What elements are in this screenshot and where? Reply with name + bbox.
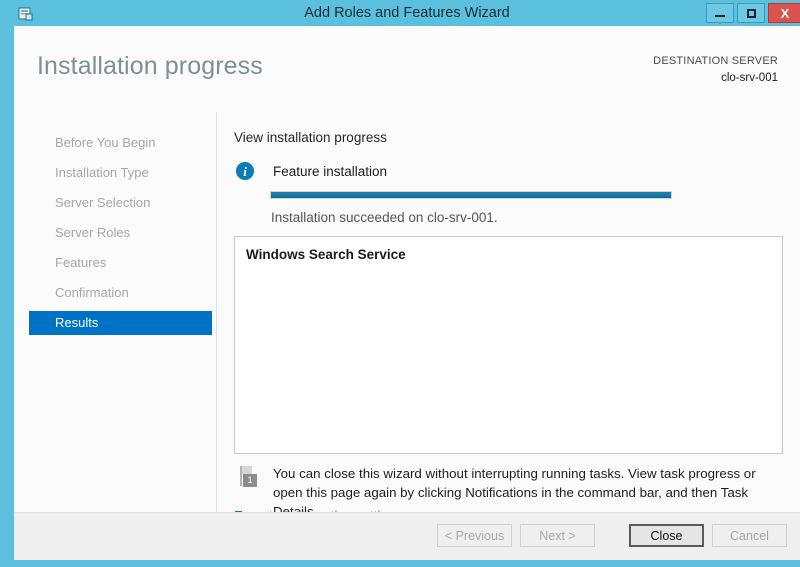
window-title: Add Roles and Features Wizard <box>304 5 510 21</box>
previous-button[interactable]: < Previous <box>437 524 512 547</box>
close-window-button[interactable]: X <box>768 3 800 23</box>
main-content: View installation progress i Feature ins… <box>225 108 800 528</box>
progress-bar-fill <box>271 192 671 198</box>
installation-progress-bar <box>270 191 672 199</box>
wizard-footer: < Previous Next > Close Cancel <box>14 512 800 560</box>
maximize-icon <box>746 8 756 18</box>
status-title: Feature installation <box>273 163 388 179</box>
sidebar-item-features[interactable]: Features <box>29 251 212 275</box>
list-item: Windows Search Service <box>246 247 406 262</box>
sidebar-item-confirmation[interactable]: Confirmation <box>29 281 212 305</box>
content-heading: View installation progress <box>234 130 387 145</box>
sidebar-item-results[interactable]: Results <box>29 311 212 335</box>
minimize-button[interactable] <box>706 3 734 23</box>
info-icon: i <box>236 162 254 180</box>
results-list[interactable]: Windows Search Service <box>234 236 783 454</box>
minimize-icon <box>715 15 725 17</box>
destination-server-name: clo-srv-001 <box>721 72 778 84</box>
sidebar-item-installation-type[interactable]: Installation Type <box>29 161 212 185</box>
wizard-window: Add Roles and Features Wizard X Installa… <box>0 0 800 567</box>
notification-flag-icon: 1 <box>238 464 260 488</box>
close-button[interactable]: Close <box>629 524 704 547</box>
sidebar-item-before-you-begin[interactable]: Before You Begin <box>29 131 212 155</box>
window-controls: X <box>703 3 800 23</box>
destination-server-label: DESTINATION SERVER <box>653 55 778 67</box>
maximize-button[interactable] <box>737 3 765 23</box>
status-row: i Feature installation <box>236 162 387 180</box>
progress-message: Installation succeeded on clo-srv-001. <box>271 210 498 225</box>
title-bar: Add Roles and Features Wizard X <box>7 0 800 26</box>
page-title: Installation progress <box>37 52 263 80</box>
wizard-nav-sidebar: Before You Begin Installation Type Serve… <box>14 108 216 528</box>
next-button[interactable]: Next > <box>520 524 595 547</box>
sidebar-item-server-roles[interactable]: Server Roles <box>29 221 212 245</box>
sidebar-divider <box>216 112 217 526</box>
footer-button-group: < Previous Next > Close Cancel <box>429 524 787 547</box>
client-area: Installation progress DESTINATION SERVER… <box>14 26 800 560</box>
cancel-button[interactable]: Cancel <box>712 524 787 547</box>
destination-server-block: DESTINATION SERVER clo-srv-001 <box>653 54 778 86</box>
page-header: Installation progress DESTINATION SERVER… <box>14 26 800 98</box>
notification-count-badge: 1 <box>243 474 257 487</box>
sidebar-item-server-selection[interactable]: Server Selection <box>29 191 212 215</box>
